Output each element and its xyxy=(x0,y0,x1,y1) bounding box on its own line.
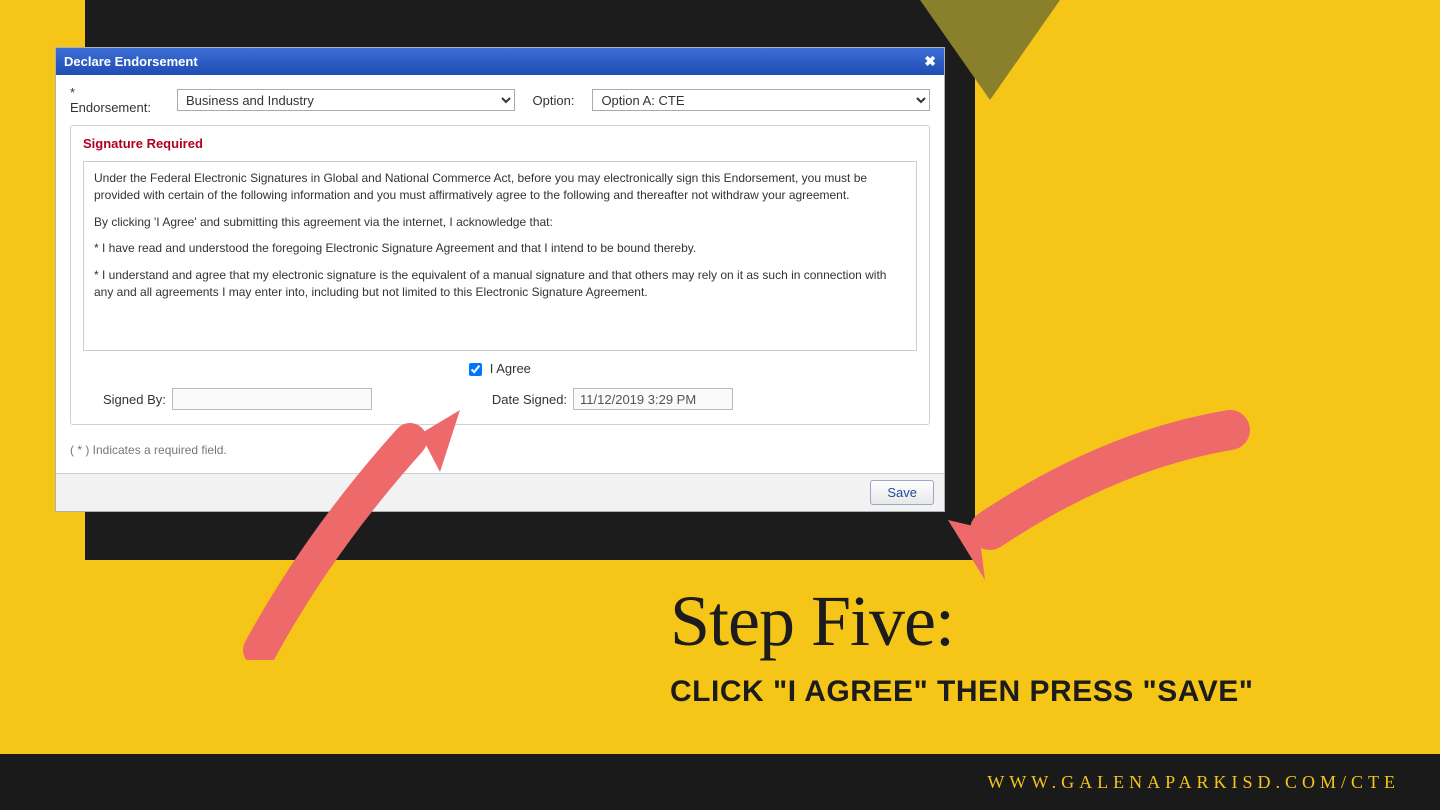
date-signed-field: Date Signed: xyxy=(492,388,733,410)
agree-checkbox[interactable] xyxy=(469,363,482,376)
endorsement-select[interactable]: Business and Industry xyxy=(177,89,515,111)
option-label: Option: xyxy=(533,93,575,108)
step-subtitle: CLICK "I AGREE" THEN PRESS "SAVE" xyxy=(670,675,1253,709)
agree-row: I Agree xyxy=(83,351,917,384)
dialog-title: Declare Endorsement xyxy=(64,54,198,69)
agreement-textbox[interactable]: Under the Federal Electronic Signatures … xyxy=(83,161,917,351)
agreement-p3: * I have read and understood the foregoi… xyxy=(94,240,906,257)
agreement-p4: * I understand and agree that my electro… xyxy=(94,267,906,301)
signature-title: Signature Required xyxy=(83,136,917,151)
declare-endorsement-dialog: Declare Endorsement ✖ * Endorsement: Bus… xyxy=(55,47,945,512)
footer-bar: WWW.GALENAPARKISD.COM/CTE xyxy=(0,754,1440,810)
step-heading: Step Five: CLICK "I AGREE" THEN PRESS "S… xyxy=(670,580,1253,709)
signed-by-field: Signed By: xyxy=(103,388,372,410)
date-signed-label: Date Signed: xyxy=(492,392,567,407)
signed-row: Signed By: Date Signed: xyxy=(83,384,917,412)
dialog-titlebar: Declare Endorsement ✖ xyxy=(56,48,944,75)
option-select[interactable]: Option A: CTE xyxy=(592,89,930,111)
signed-by-label: Signed By: xyxy=(103,392,166,407)
required-note: ( * ) Indicates a required field. xyxy=(56,433,944,473)
agree-label: I Agree xyxy=(490,361,531,376)
signed-by-input[interactable] xyxy=(172,388,372,410)
dialog-footer: Save xyxy=(56,473,944,511)
agreement-p2: By clicking 'I Agree' and submitting thi… xyxy=(94,214,906,231)
dialog-body: * Endorsement: Business and Industry Opt… xyxy=(56,75,944,433)
agreement-p1: Under the Federal Electronic Signatures … xyxy=(94,170,906,204)
signature-panel: Signature Required Under the Federal Ele… xyxy=(70,125,930,425)
step-title: Step Five: xyxy=(670,580,1253,663)
endorsement-label: * Endorsement: xyxy=(70,85,159,115)
date-signed-input[interactable] xyxy=(573,388,733,410)
footer-url: WWW.GALENAPARKISD.COM/CTE xyxy=(987,772,1400,793)
save-button[interactable]: Save xyxy=(870,480,934,505)
selects-row: * Endorsement: Business and Industry Opt… xyxy=(70,85,930,115)
close-icon[interactable]: ✖ xyxy=(924,53,936,70)
